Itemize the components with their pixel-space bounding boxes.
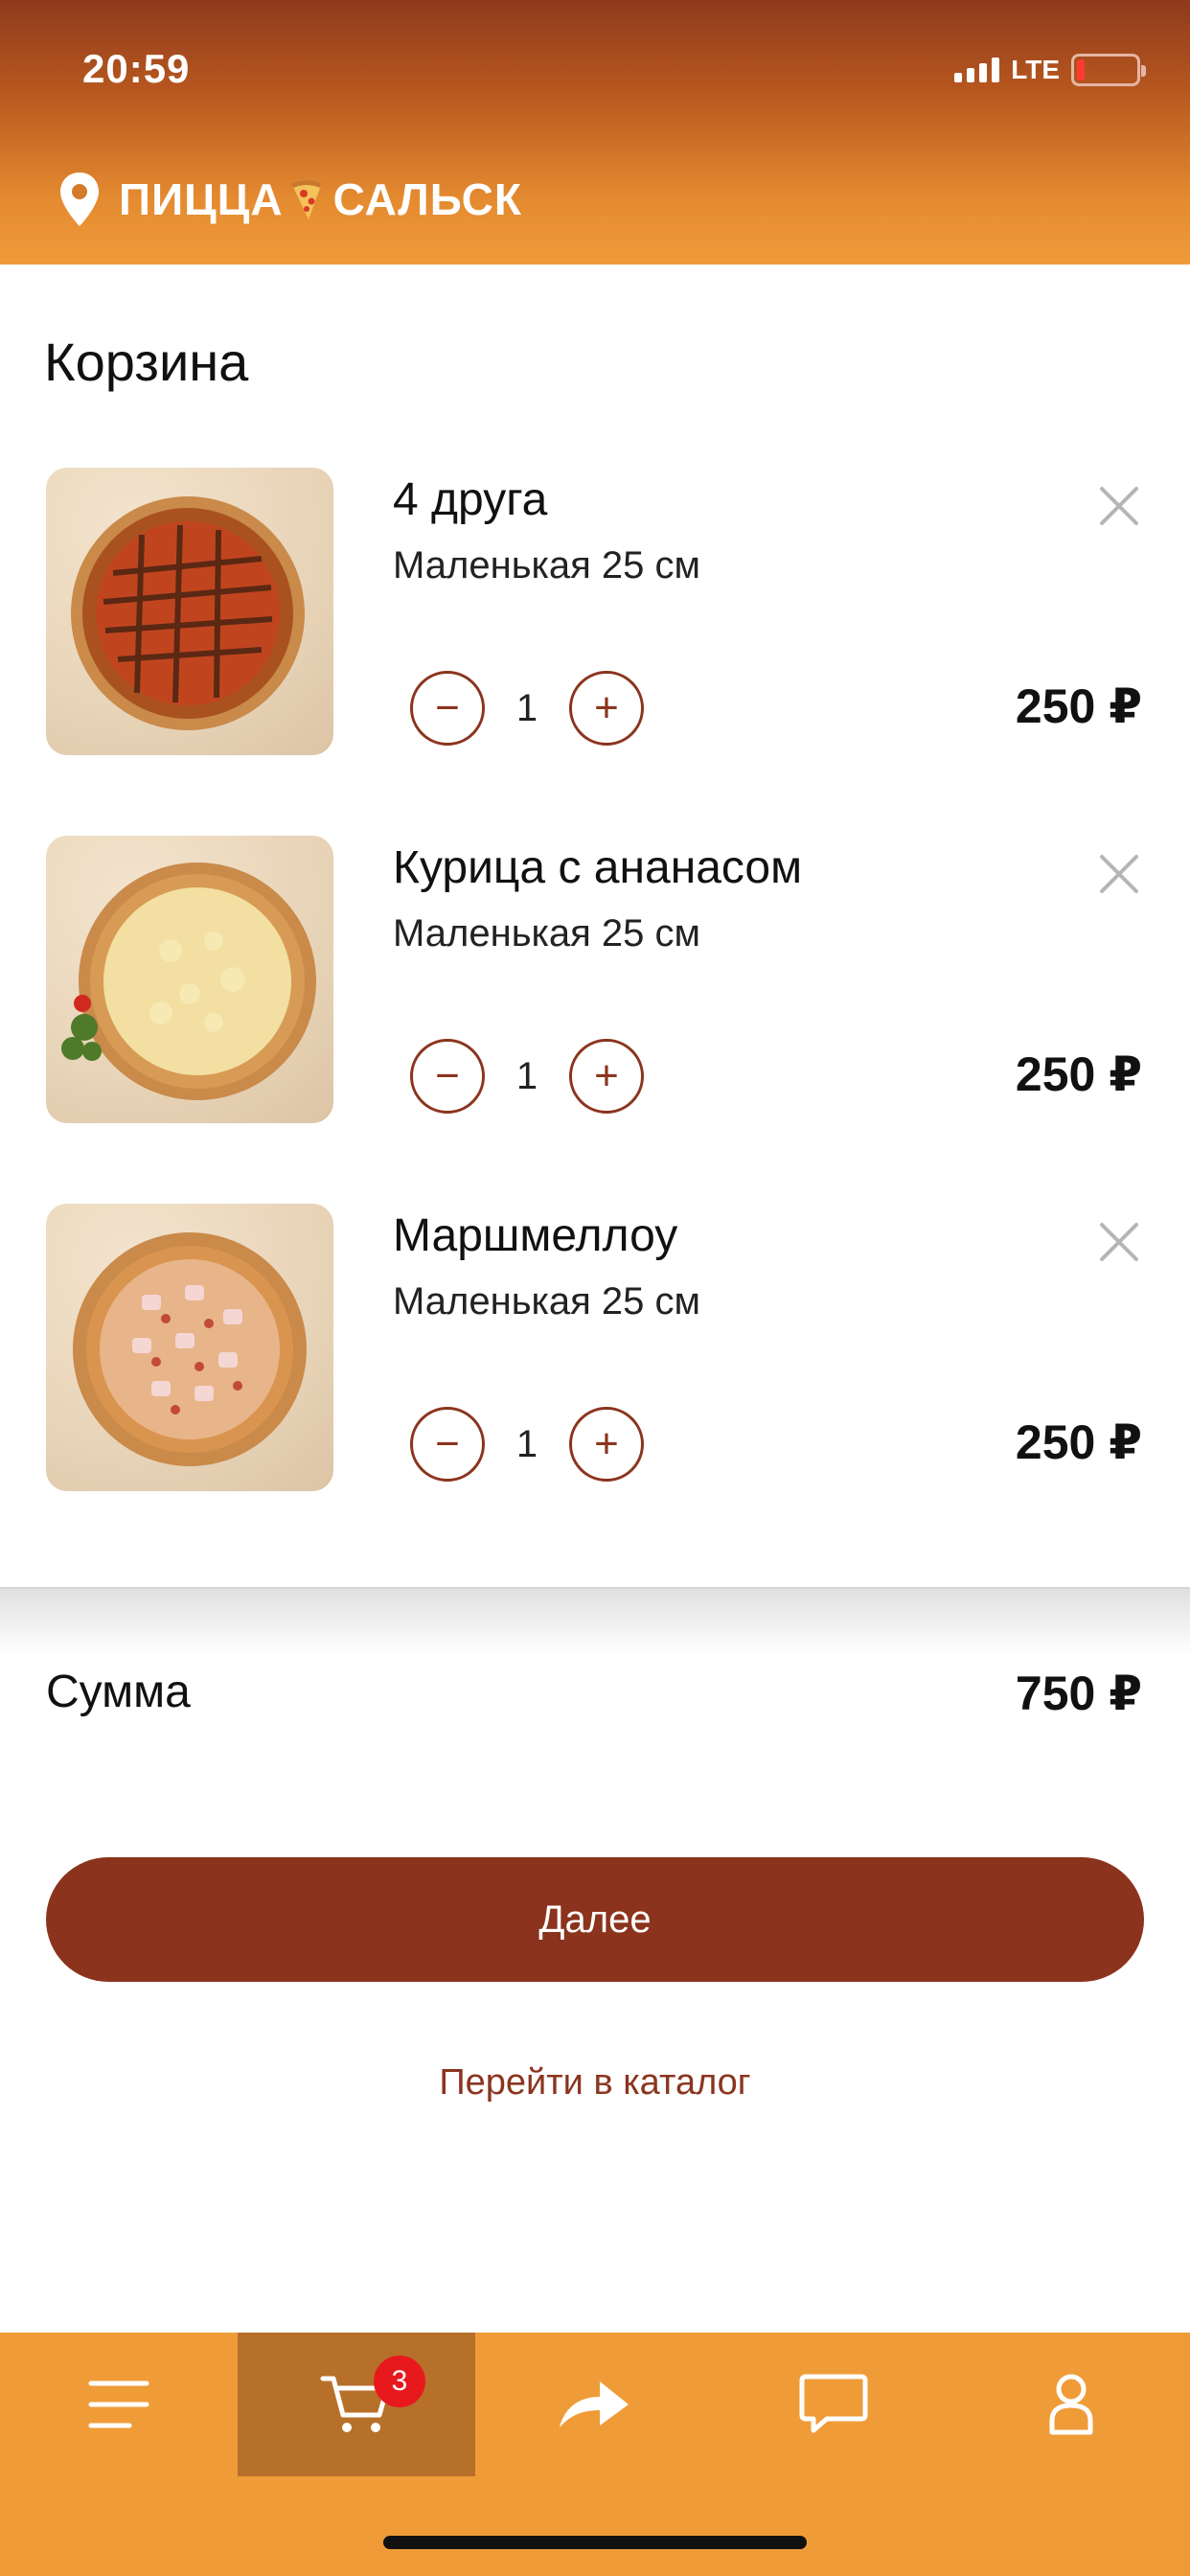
item-price: 250 ₽ [1015,1047,1142,1101]
status-indicators: LTE [954,54,1146,86]
item-size: Маленькая 25 см [393,912,701,954]
item-name: Курица с ананасом [393,842,803,893]
menu-icon [88,2380,149,2428]
quantity-stepper: − 1 + [410,1039,644,1114]
catalog-link[interactable]: Перейти в каталог [0,2062,1190,2104]
chat-icon [799,2374,868,2433]
tab-menu[interactable] [0,2333,238,2476]
item-name: 4 друга [393,474,548,525]
item-price: 250 ₽ [1015,1415,1142,1469]
decrease-button[interactable]: − [410,671,485,746]
cart-item: 4 друга Маленькая 25 см − 1 + 250 ₽ [0,468,1190,755]
item-name: Маршмеллоу [393,1210,678,1261]
page-title: Корзина [44,332,249,392]
quantity-value: 1 [515,686,538,729]
quantity-value: 1 [515,1422,538,1465]
quantity-stepper: − 1 + [410,671,644,746]
brand-name-part2: САЛЬСК [332,174,522,224]
close-icon[interactable] [1092,479,1146,533]
increase-button[interactable]: + [569,1407,644,1482]
close-icon[interactable] [1092,847,1146,901]
brand-name-part1: ПИЦЦА [119,174,284,224]
quantity-stepper: − 1 + [410,1407,644,1482]
item-size: Маленькая 25 см [393,1280,701,1322]
increase-button[interactable]: + [569,1039,644,1114]
tab-cart[interactable]: 3 [238,2333,475,2476]
increase-button[interactable]: + [569,671,644,746]
item-size: Маленькая 25 см [393,544,701,586]
share-icon [560,2381,629,2427]
profile-icon [1049,2374,1093,2435]
brand[interactable]: ПИЦЦА САЛЬСК [57,171,522,228]
decrease-button[interactable]: − [410,1407,485,1482]
home-indicator[interactable] [383,2536,807,2549]
app-header: 20:59 LTE ПИЦЦА САЛЬСК [0,0,1190,264]
cart-item: Маршмеллоу Маленькая 25 см − 1 + 250 ₽ [0,1204,1190,1491]
sum-label: Сумма [46,1667,191,1717]
quantity-value: 1 [515,1054,538,1097]
decrease-button[interactable]: − [410,1039,485,1114]
pizza-image[interactable] [46,1204,333,1491]
signal-icon [954,58,1000,82]
sum-total: 750 ₽ [1015,1667,1142,1720]
tab-profile[interactable] [952,2333,1190,2476]
network-type: LTE [1011,55,1060,84]
pizza-image[interactable] [46,468,333,755]
pizza-slice-icon [290,180,322,219]
cart-item: Курица с ананасом Маленькая 25 см − 1 + … [0,836,1190,1123]
battery-icon [1071,54,1146,86]
next-button[interactable]: Далее [46,1857,1144,1982]
cart-badge: 3 [374,2356,425,2407]
location-pin-icon [60,172,99,226]
status-time: 20:59 [82,46,191,91]
close-icon[interactable] [1092,1215,1146,1269]
tab-chat[interactable] [715,2333,952,2476]
item-price: 250 ₽ [1015,679,1142,733]
pizza-image[interactable] [46,836,333,1123]
tab-share[interactable] [475,2333,713,2476]
